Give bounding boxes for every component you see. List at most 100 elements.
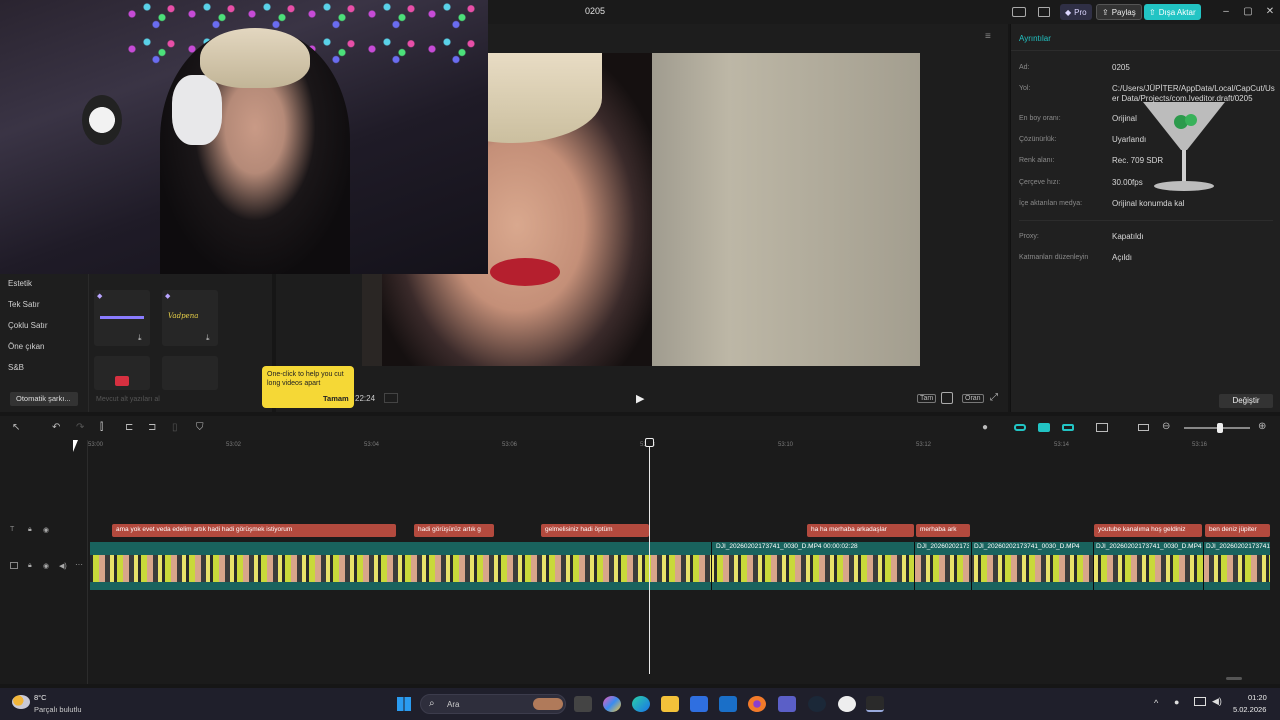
steam-icon[interactable] xyxy=(808,696,826,712)
zoom-in-icon[interactable]: ⊕ xyxy=(1258,421,1266,432)
caption-clip[interactable]: merhaba ark xyxy=(916,524,970,537)
trim-right-icon[interactable]: ⊐ xyxy=(148,422,156,433)
auto-lyrics-button[interactable]: Otomatik şarkı... xyxy=(10,392,78,406)
category-multi-line[interactable]: Çoklu Satır xyxy=(8,321,48,330)
detail-label-aspect: En boy oranı: xyxy=(1019,115,1061,122)
play-button[interactable]: ▶ xyxy=(636,392,644,405)
pro-button[interactable]: ◆ Pro xyxy=(1060,4,1092,20)
volume-icon[interactable]: ◀) xyxy=(1212,696,1222,707)
category-single-line[interactable]: Tek Satır xyxy=(8,300,40,309)
store-icon[interactable] xyxy=(690,696,708,712)
caption-clip[interactable]: youtube kanalıma hoş geldiniz xyxy=(1094,524,1202,537)
zoom-slider-handle[interactable] xyxy=(1217,423,1223,433)
tooltip-ok-button[interactable]: Tamam xyxy=(323,394,349,403)
speaker-icon[interactable]: ◀) xyxy=(59,562,67,570)
caption-icon[interactable] xyxy=(1138,424,1149,431)
search-icon: ⌕ xyxy=(429,698,435,709)
firefox-icon[interactable] xyxy=(748,696,766,712)
category-sb[interactable]: S&B xyxy=(8,363,24,372)
split-icon[interactable]: ⫿ xyxy=(100,422,103,433)
export-icon: ⇧ xyxy=(1149,7,1156,17)
snapshot-icon[interactable] xyxy=(941,392,953,404)
share-button[interactable]: ⇪ Paylaş xyxy=(1096,4,1142,20)
more-icon[interactable]: ··· xyxy=(75,560,83,569)
undo-icon[interactable]: ↶ xyxy=(52,422,60,433)
change-button[interactable]: Değiştir xyxy=(1219,394,1273,408)
template-tile[interactable] xyxy=(94,356,150,390)
caption-clip[interactable]: gelmelisiniz hadi öptüm xyxy=(541,524,649,537)
network-icon[interactable] xyxy=(1194,697,1206,706)
detail-label-name: Ad: xyxy=(1019,64,1030,71)
grid-icon[interactable] xyxy=(384,393,398,403)
tile-preview-text: Vadpena xyxy=(168,312,199,320)
plush-toy xyxy=(82,95,122,145)
caption-clip[interactable]: ha ha merhaba arkadaşlar xyxy=(807,524,914,537)
clock-time[interactable]: 01:20 xyxy=(1248,693,1267,702)
template-tile[interactable]: ◆ Vadpena ⤓ xyxy=(162,290,218,346)
lock-icon[interactable]: 🔒︎ xyxy=(28,526,32,534)
eye-icon[interactable]: ◉ xyxy=(43,526,49,534)
select-tool-icon[interactable]: ↖ xyxy=(12,422,20,433)
close-button[interactable]: ✕ xyxy=(1260,4,1280,20)
delete-icon[interactable]: ▯ xyxy=(172,422,178,433)
task-view-icon[interactable] xyxy=(574,696,592,712)
caption-clip[interactable]: ama yok evet veda edelim artık hadi hadi… xyxy=(112,524,396,537)
category-aesthetic[interactable]: Estetik xyxy=(8,279,32,288)
edge-icon[interactable] xyxy=(632,696,650,712)
minimize-button[interactable]: – xyxy=(1216,4,1236,20)
template-tile[interactable]: ◆ ⤓ xyxy=(94,290,150,346)
teams-icon[interactable] xyxy=(778,696,796,712)
get-current-subtitles[interactable]: Mevcut alt yazıları al xyxy=(96,396,160,403)
playhead-handle[interactable] xyxy=(645,438,654,447)
weather-temp[interactable]: 8°C xyxy=(34,693,47,702)
weather-icon[interactable] xyxy=(12,695,30,709)
magnet-icon[interactable] xyxy=(1038,423,1050,432)
preview-menu-icon[interactable]: ≡ xyxy=(985,31,991,42)
layout-icon[interactable] xyxy=(1012,7,1026,17)
redo-icon[interactable]: ↷ xyxy=(76,422,84,433)
export-button[interactable]: ⇧ Dışa Aktar xyxy=(1144,4,1201,20)
split-view-icon[interactable] xyxy=(1096,423,1108,432)
caption-clip[interactable]: hadi görüşürüz artık g xyxy=(414,524,494,537)
capcut-icon[interactable] xyxy=(866,696,884,712)
tray-chevron-icon[interactable]: ^ xyxy=(1154,698,1158,708)
full-quality-label[interactable]: Tam xyxy=(917,394,937,403)
detail-value-name: 0205 xyxy=(1112,63,1130,72)
file-explorer-icon[interactable] xyxy=(661,696,679,712)
eye-icon[interactable]: ◉ xyxy=(43,562,49,570)
maximize-button[interactable]: ▢ xyxy=(1238,4,1258,20)
category-featured[interactable]: Öne çıkan xyxy=(8,342,44,351)
template-tile[interactable] xyxy=(162,356,218,390)
weather-desc[interactable]: Parçalı bulutlu xyxy=(34,705,82,714)
lock-icon[interactable]: 🔒︎ xyxy=(28,562,32,570)
premium-icon: ◆ xyxy=(97,293,103,300)
copilot-icon[interactable] xyxy=(603,696,621,712)
horizontal-scrollbar[interactable] xyxy=(1226,677,1242,680)
fullscreen-icon[interactable]: ⤢ xyxy=(990,392,998,403)
tile-preview-badge xyxy=(115,376,129,386)
timecode: 22:24 xyxy=(355,394,376,403)
tray-mic-icon[interactable]: ● xyxy=(1174,697,1179,707)
shield-icon[interactable]: ⛉ xyxy=(196,422,204,433)
playhead[interactable] xyxy=(649,440,650,674)
trim-left-icon[interactable]: ⊏ xyxy=(125,422,133,433)
microphone-icon[interactable]: ● xyxy=(982,422,988,433)
ratio-label[interactable]: Oran xyxy=(962,394,984,403)
preview-axis-icon[interactable] xyxy=(1062,424,1074,431)
ruler-tick: 53:04 xyxy=(364,442,380,448)
detail-value-layers: Açıldı xyxy=(1112,253,1133,262)
clock-date[interactable]: 5.02.2026 xyxy=(1233,705,1266,714)
shortcut-icon[interactable] xyxy=(1038,7,1050,17)
windows-start-icon[interactable] xyxy=(397,697,411,711)
tile-preview-bar xyxy=(100,316,144,319)
timeline-toolbar xyxy=(0,416,1280,440)
link-icon[interactable] xyxy=(1014,424,1026,431)
zoom-out-icon[interactable]: ⊖ xyxy=(1162,421,1170,432)
media-player-icon[interactable] xyxy=(838,696,856,712)
clip-label: DJI_20260202173741_0030_D.MP4 00:00:02:2… xyxy=(716,543,858,550)
search-highlight-icon xyxy=(533,698,563,710)
outlook-icon[interactable] xyxy=(719,696,737,712)
diamond-icon: ◆ xyxy=(1065,7,1072,17)
caption-clip[interactable]: ben deniz jüpiter xyxy=(1205,524,1270,537)
search-box[interactable]: ⌕ Ara xyxy=(420,694,566,714)
